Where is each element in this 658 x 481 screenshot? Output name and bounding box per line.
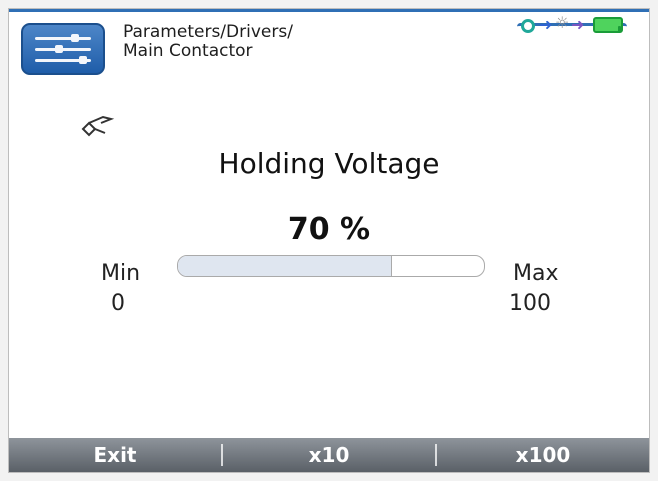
breadcrumb: Parameters/Drivers/ Main Contactor bbox=[123, 23, 293, 61]
breadcrumb-line-2: Main Contactor bbox=[123, 41, 253, 61]
parameter-value: 70 % bbox=[287, 212, 371, 247]
footer-separator bbox=[221, 444, 223, 466]
arrow-right-icon: ➜ bbox=[539, 15, 553, 34]
max-label: Max bbox=[513, 261, 559, 286]
connection-ring-icon bbox=[521, 19, 535, 33]
value-slider-track[interactable] bbox=[177, 255, 485, 277]
bulb-icon: ☼ bbox=[555, 13, 570, 32]
min-value: 0 bbox=[111, 291, 125, 316]
parameter-title: Holding Voltage bbox=[218, 147, 440, 180]
tool-icon bbox=[81, 115, 115, 137]
x10-button[interactable]: x10 bbox=[223, 438, 435, 472]
status-bar: ➜ ☼ ➜ bbox=[515, 15, 635, 39]
battery-tip bbox=[618, 26, 621, 32]
max-value: 100 bbox=[509, 291, 551, 316]
exit-button[interactable]: Exit bbox=[9, 438, 221, 472]
footer-bar: Exit x10 x100 bbox=[9, 438, 649, 472]
x100-button[interactable]: x100 bbox=[437, 438, 649, 472]
top-accent-line bbox=[9, 9, 649, 12]
arrow-right-icon: ➜ bbox=[571, 15, 585, 34]
battery-icon bbox=[593, 17, 623, 33]
value-slider-fill bbox=[178, 256, 393, 276]
screen: Parameters/Drivers/ Main Contactor ➜ ☼ ➜… bbox=[8, 8, 650, 473]
footer-separator bbox=[435, 444, 437, 466]
min-label: Min bbox=[101, 261, 141, 286]
breadcrumb-line-1: Parameters/Drivers/ bbox=[123, 22, 293, 42]
settings-sliders-icon bbox=[21, 23, 105, 75]
